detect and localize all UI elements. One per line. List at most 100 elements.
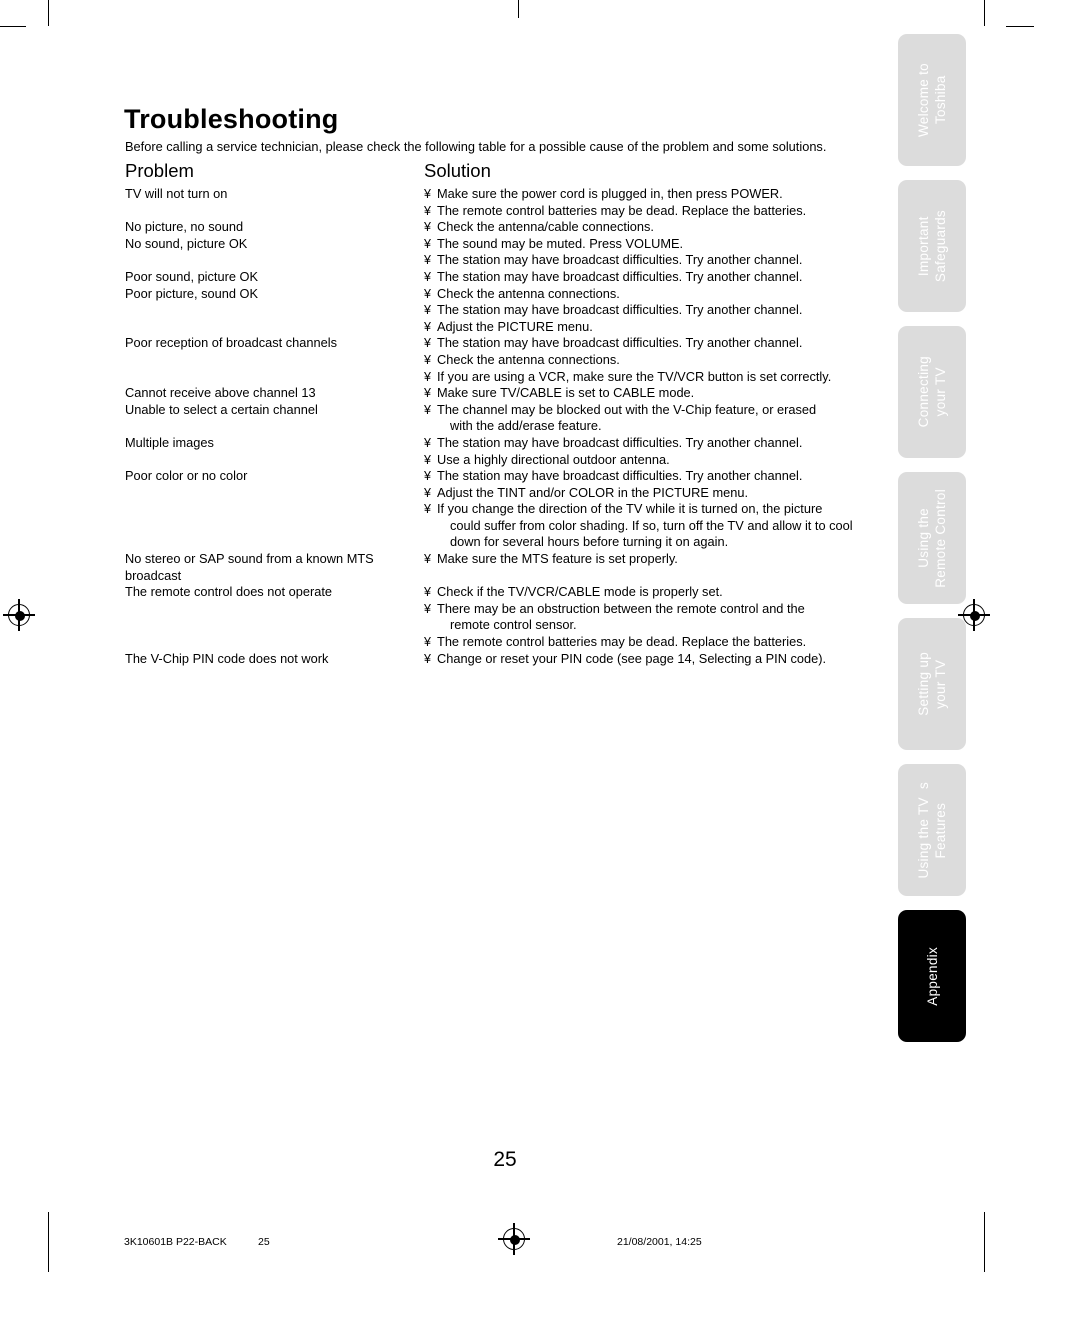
section-tab: Using the TV s Features bbox=[898, 764, 966, 896]
bullet-icon: ¥ bbox=[424, 552, 431, 567]
section-tab-label-wrap: Setting up your TV bbox=[898, 618, 966, 750]
solution-cell: ¥ Check the antenna/cable connections. bbox=[424, 219, 885, 236]
bullet-icon: ¥ bbox=[424, 435, 431, 450]
table-row: No sound, picture OK ¥ The sound may be mu… bbox=[125, 236, 885, 269]
solution-text: Adjust the TINT and/or COLOR in the PICT… bbox=[437, 484, 749, 500]
solution-text: The station may have broadcast difficult… bbox=[437, 434, 803, 450]
solution-list: ¥ Check if the TV/VCR/CABLE mode is prope… bbox=[424, 584, 885, 650]
solution-text: Use a highly directional outdoor antenna… bbox=[437, 451, 670, 467]
solution-list: ¥ The channel may be blocked out with the… bbox=[424, 402, 885, 435]
bullet-icon: ¥ bbox=[424, 303, 431, 318]
section-tab-label: Appendix bbox=[924, 946, 940, 1006]
solution-text: The station may have broadcast difficult… bbox=[437, 335, 803, 351]
solution-item: ¥ Check the antenna connections. bbox=[424, 352, 885, 369]
problem-cell: No stereo or SAP sound from a known MTS … bbox=[125, 551, 374, 583]
solution-cell: ¥ Check the antenna connections. ¥ The stat… bbox=[424, 286, 885, 336]
solution-item: ¥ There may be an obstruction between the… bbox=[424, 601, 885, 634]
solution-text: Change or reset your PIN code (see page … bbox=[437, 650, 827, 666]
solution-item: ¥ Check the antenna connections. bbox=[424, 286, 885, 303]
section-tab-label-wrap: Welcome to Toshiba bbox=[898, 34, 966, 166]
solution-text: The station may have broadcast difficult… bbox=[437, 252, 803, 268]
solution-item: ¥ Adjust the PICTURE menu. bbox=[424, 319, 885, 336]
section-tab-label-wrap: Important Safeguards bbox=[898, 180, 966, 312]
solution-item: ¥ The station may have broadcast difficul… bbox=[424, 302, 885, 319]
section-tab: Using the Remote Control bbox=[898, 472, 966, 604]
solution-item: ¥ The sound may be muted. Press VOLUME. bbox=[424, 236, 885, 253]
section-tab: Important Safeguards bbox=[898, 180, 966, 312]
solution-text: Check the antenna connections. bbox=[437, 285, 620, 301]
section-tab-label: Using the Remote Control bbox=[916, 488, 948, 588]
solution-item: ¥ Check the antenna/cable connections. bbox=[424, 219, 885, 236]
solution-list: ¥ The sound may be muted. Press VOLUME. ¥ T… bbox=[424, 236, 885, 269]
bullet-icon: ¥ bbox=[424, 502, 431, 517]
section-tabs: Welcome to Toshiba Important Safeguards Co… bbox=[898, 34, 966, 1054]
solution-list: ¥ Change or reset your PIN code (see page… bbox=[424, 651, 885, 668]
footer-page: 25 bbox=[258, 1236, 270, 1248]
solution-text: The remote control batteries may be dead… bbox=[437, 634, 807, 650]
bullet-icon: ¥ bbox=[424, 286, 431, 301]
bullet-icon: ¥ bbox=[424, 485, 431, 500]
solution-text: Make sure the MTS feature is set properl… bbox=[437, 551, 678, 567]
section-tab-label: Welcome to Toshiba bbox=[916, 62, 948, 138]
section-tab-label: Setting up your TV bbox=[916, 652, 948, 716]
problem-cell: Multiple images bbox=[125, 434, 214, 450]
solution-item: ¥ The channel may be blocked out with the… bbox=[424, 402, 885, 435]
solution-text: If you are using a VCR, make sure the TV… bbox=[437, 368, 832, 384]
solution-text-continuation: remote control sensor. bbox=[450, 617, 577, 633]
bullet-icon: ¥ bbox=[424, 386, 431, 401]
bullet-icon: ¥ bbox=[424, 352, 431, 367]
solution-item: ¥ If you change the direction of the TV w… bbox=[424, 501, 885, 551]
solution-text-continuation: with the add/erase feature. bbox=[450, 418, 602, 434]
problem-cell: The remote control does not operate bbox=[125, 584, 333, 600]
section-tab-label-wrap: Using the TV s Features bbox=[898, 764, 966, 896]
section-tab-label-wrap: Connecting your TV bbox=[898, 326, 966, 458]
bullet-icon: ¥ bbox=[424, 319, 431, 334]
solution-list: ¥ Check the antenna connections. ¥ The stat… bbox=[424, 286, 885, 336]
solution-text: Check the antenna connections. bbox=[437, 351, 620, 367]
section-tab: Welcome to Toshiba bbox=[898, 34, 966, 166]
problem-cell: Poor reception of broadcast channels bbox=[125, 335, 337, 351]
section-tab-label: Important Safeguards bbox=[916, 209, 948, 283]
troubleshooting-table: TV will not turn on ¥ Make sure the power … bbox=[125, 186, 885, 667]
solution-cell: ¥ Make sure TV/CABLE is set to CABLE mode… bbox=[424, 385, 885, 402]
problem-cell: No picture, no sound bbox=[125, 219, 244, 235]
table-row: Poor color or no color ¥ The station may h… bbox=[125, 468, 885, 551]
solution-text: The sound may be muted. Press VOLUME. bbox=[437, 235, 684, 251]
bullet-icon: ¥ bbox=[424, 369, 431, 384]
bullet-icon: ¥ bbox=[424, 269, 431, 284]
solution-item: ¥ The station may have broadcast difficul… bbox=[424, 269, 885, 286]
table-row: Poor reception of broadcast channels ¥ The… bbox=[125, 335, 885, 385]
page-number: 25 bbox=[493, 1148, 517, 1171]
solution-cell: ¥ The channel may be blocked out with the… bbox=[424, 402, 885, 435]
solution-cell: ¥ Check if the TV/VCR/CABLE mode is prope… bbox=[424, 584, 885, 650]
solution-item: ¥ Use a highly directional outdoor antenn… bbox=[424, 452, 885, 469]
table-row: No picture, no sound ¥ Check the antenna/c… bbox=[125, 219, 885, 236]
bullet-icon: ¥ bbox=[424, 585, 431, 600]
solution-cell: ¥ The station may have broadcast difficul… bbox=[424, 435, 885, 468]
solution-cell: ¥ The sound may be muted. Press VOLUME. ¥ T… bbox=[424, 236, 885, 269]
section-tab-label-wrap: Using the Remote Control bbox=[898, 472, 966, 604]
solution-item: ¥ The station may have broadcast difficul… bbox=[424, 435, 885, 452]
bullet-icon: ¥ bbox=[424, 651, 431, 666]
solution-list: ¥ The station may have broadcast difficul… bbox=[424, 468, 885, 551]
problem-cell: Cannot receive above channel 13 bbox=[125, 385, 316, 401]
solution-text: If you change the direction of the TV wh… bbox=[437, 501, 823, 517]
solution-item: ¥ The remote control batteries may be dea… bbox=[424, 634, 885, 651]
solution-list: ¥ The station may have broadcast difficul… bbox=[424, 269, 885, 286]
bullet-icon: ¥ bbox=[424, 469, 431, 484]
problem-cell: Poor color or no color bbox=[125, 468, 248, 484]
table-row: Poor picture, sound OK ¥ Check the antenna… bbox=[125, 286, 885, 336]
column-header-solution: Solution bbox=[424, 160, 491, 181]
table-row: TV will not turn on ¥ Make sure the power … bbox=[125, 186, 885, 219]
solution-text: Make sure TV/CABLE is set to CABLE mode. bbox=[437, 385, 695, 401]
solution-list: ¥ Make sure the MTS feature is set proper… bbox=[424, 551, 885, 568]
solution-item: ¥ Make sure the power cord is plugged in,… bbox=[424, 186, 885, 203]
section-tab: Setting up your TV bbox=[898, 618, 966, 750]
solution-item: ¥ Check if the TV/VCR/CABLE mode is prope… bbox=[424, 584, 885, 601]
solution-text: Check if the TV/VCR/CABLE mode is proper… bbox=[437, 584, 723, 600]
solution-text: There may be an obstruction between the … bbox=[437, 600, 805, 616]
problem-cell: The V-Chip PIN code does not work bbox=[125, 650, 329, 666]
solution-item: ¥ The station may have broadcast difficul… bbox=[424, 252, 885, 269]
section-tab: Appendix bbox=[898, 910, 966, 1042]
problem-cell: Unable to select a certain channel bbox=[125, 401, 318, 417]
